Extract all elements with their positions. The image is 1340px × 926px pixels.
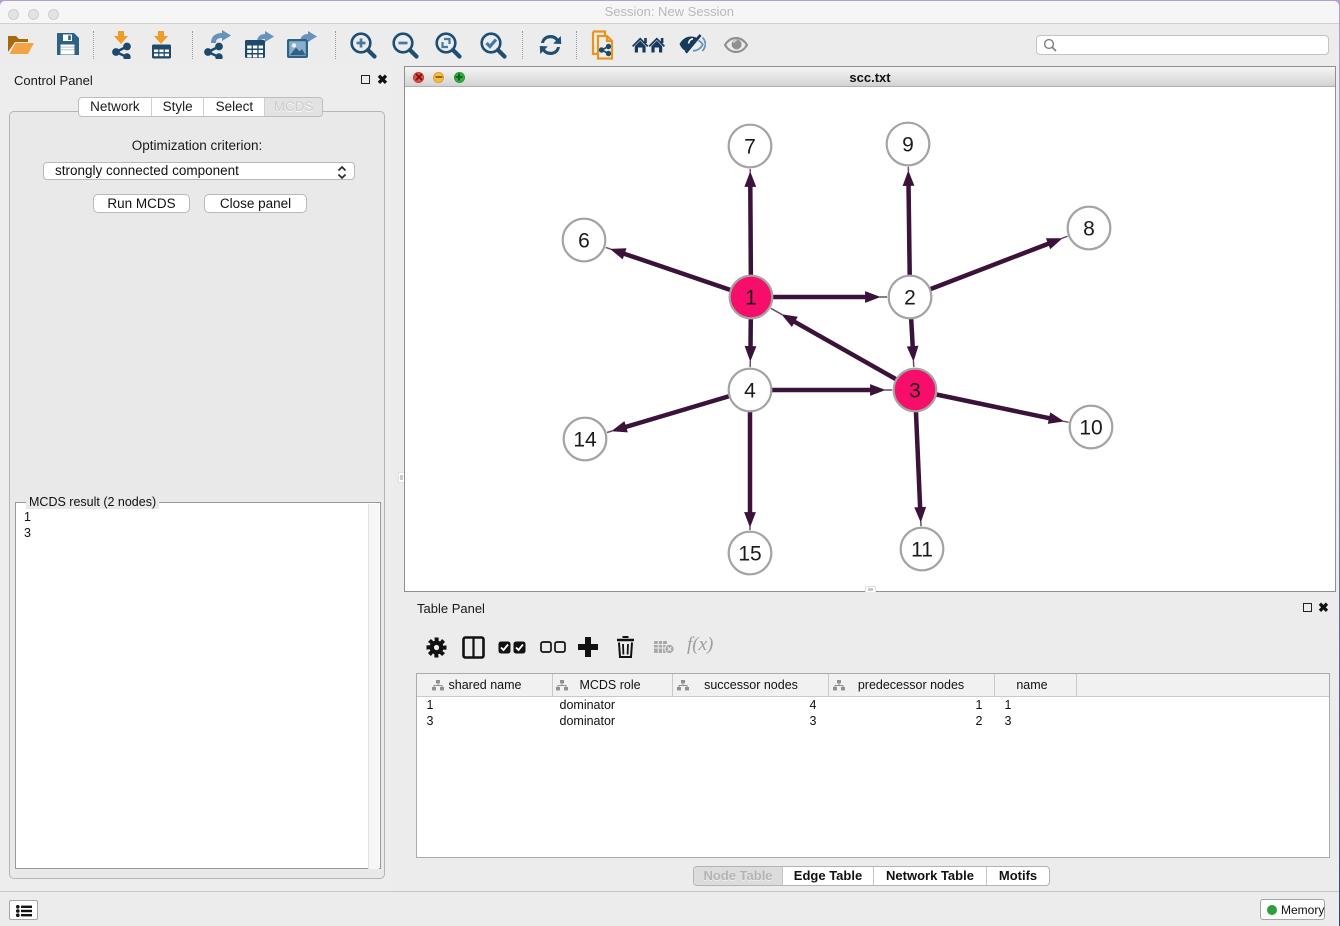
svg-text:7: 7 [744, 136, 756, 159]
svg-text:8: 8 [1083, 218, 1095, 241]
svg-text:2: 2 [904, 287, 916, 310]
svg-text:1: 1 [745, 287, 757, 310]
svg-text:15: 15 [738, 543, 761, 566]
svg-text:3: 3 [909, 380, 921, 403]
svg-text:9: 9 [902, 134, 914, 157]
svg-text:10: 10 [1079, 417, 1102, 440]
svg-text:6: 6 [578, 230, 590, 253]
svg-text:11: 11 [911, 539, 933, 562]
svg-text:4: 4 [744, 380, 756, 403]
svg-text:14: 14 [573, 429, 597, 452]
